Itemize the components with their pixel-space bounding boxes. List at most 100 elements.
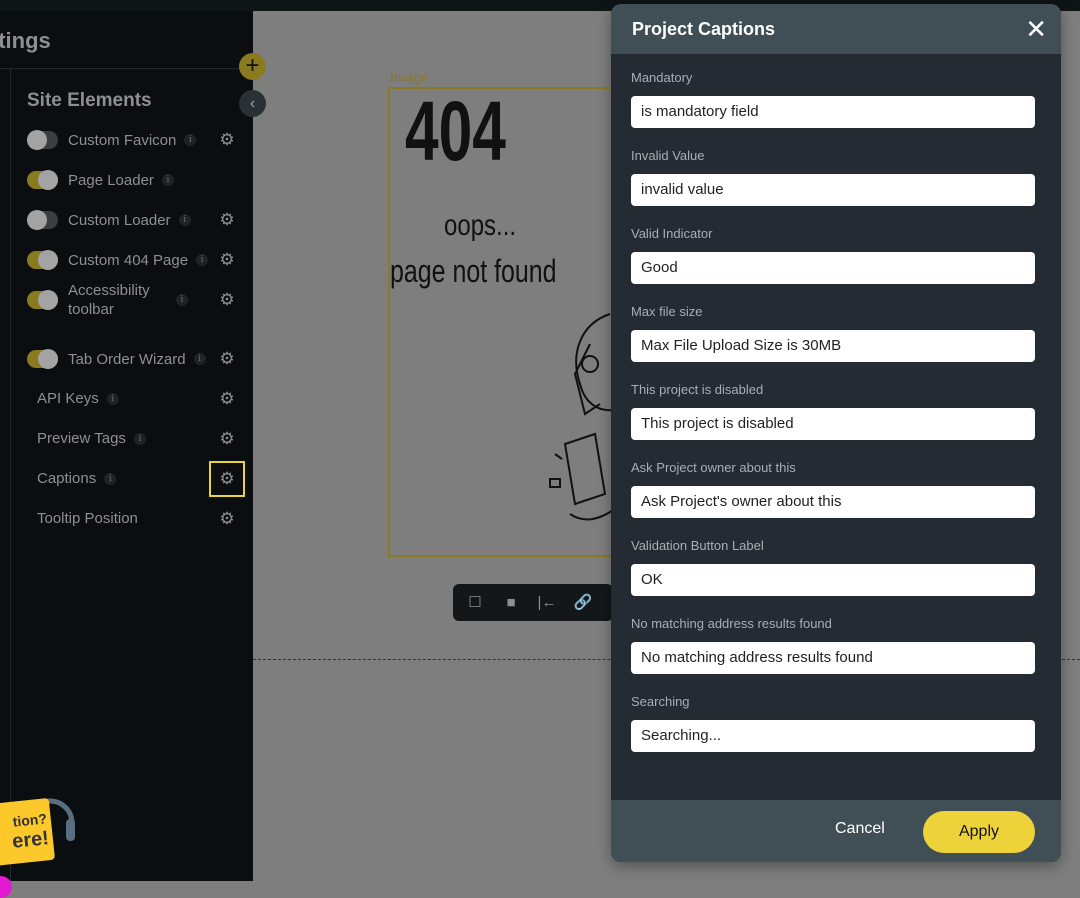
border-icon[interactable]: ☐ (463, 591, 487, 615)
caption-input[interactable]: No matching address results found (631, 642, 1035, 674)
sidebar-item-label: Tab Order Wizard (68, 350, 186, 368)
toggle-switch[interactable] (27, 210, 58, 230)
sidebar-item[interactable]: Accessibility toolbar i (27, 281, 188, 319)
sidebar-item-label: Captions (37, 470, 97, 487)
info-icon[interactable]: i (178, 214, 191, 226)
caption-input[interactable]: This project is disabled (631, 408, 1035, 440)
caption-input[interactable]: OK (631, 564, 1035, 596)
align-left-icon[interactable]: |← (535, 591, 559, 615)
field-label: Searching (631, 694, 690, 709)
field-label: Ask Project owner about this (631, 460, 796, 475)
sidebar-item-label: Custom 404 Page (68, 251, 189, 269)
help-card: tion? ere! (0, 797, 56, 867)
sidebar-item[interactable]: Tooltip Position (27, 510, 138, 527)
page-not-found-text: page not found (390, 253, 557, 289)
cancel-button[interactable]: Cancel (835, 820, 885, 838)
toggle-knob (38, 250, 58, 270)
field-label: Validation Button Label (631, 538, 764, 553)
project-captions-modal: Project Captions ✕ Mandatory is mandatory… (611, 4, 1061, 862)
field-label: Valid Indicator (631, 226, 713, 241)
sidebar-title: Settings (0, 28, 51, 53)
field-label: Max file size (631, 304, 703, 319)
sidebar-item[interactable]: Custom Favicon i (27, 130, 197, 150)
settings-sidebar: Settings Site Elements Custom Favicon i ⚙ P… (0, 11, 253, 898)
info-icon[interactable]: i (161, 174, 174, 186)
collapse-sidebar-button[interactable]: ‹ (239, 90, 266, 117)
sidebar-item-label: Accessibility toolbar (68, 282, 150, 318)
caption-field: Invalid Value invalid value (631, 148, 1035, 206)
caption-input[interactable]: Ask Project's owner about this (631, 486, 1035, 518)
close-icon[interactable]: ✕ (1025, 16, 1047, 42)
gear-icon[interactable]: ⚙ (218, 430, 236, 448)
sidebar-item-label: API Keys (37, 390, 99, 407)
help-text: ere! (11, 827, 50, 853)
info-icon[interactable]: i (184, 134, 197, 146)
caption-input[interactable]: invalid value (631, 174, 1035, 206)
caption-field: Max file size Max File Upload Size is 30M… (631, 304, 1035, 362)
link-icon[interactable]: 🔗 (571, 591, 595, 615)
toggle-knob (27, 130, 47, 150)
404-text: 404 (405, 87, 506, 178)
oops-text: oops... (444, 209, 517, 242)
gear-icon[interactable]: ⚙ (218, 510, 236, 528)
gear-icon[interactable]: ⚙ (209, 461, 245, 497)
toggle-switch[interactable] (27, 130, 58, 150)
info-icon[interactable]: i (176, 294, 188, 306)
divider (10, 68, 11, 881)
sidebar-item-label: Custom Favicon (68, 131, 177, 149)
gear-icon[interactable]: ⚙ (218, 350, 236, 368)
apply-button[interactable]: Apply (923, 811, 1035, 853)
sidebar-item-label: Tooltip Position (37, 510, 138, 527)
toggle-switch[interactable] (27, 290, 58, 310)
gear-icon[interactable]: ⚙ (218, 390, 236, 408)
info-icon[interactable]: i (196, 254, 209, 266)
info-icon[interactable]: i (104, 472, 117, 485)
gear-icon[interactable]: ⚙ (218, 251, 236, 269)
image-element-404[interactable]: 404 oops... page not found (388, 87, 628, 557)
caption-field: Mandatory is mandatory field (631, 70, 1035, 128)
caption-input[interactable]: Searching... (631, 720, 1035, 752)
gear-icon[interactable]: ⚙ (218, 131, 236, 149)
sidebar-item[interactable]: Custom 404 Page i (27, 250, 209, 270)
caption-input[interactable]: is mandatory field (631, 96, 1035, 128)
gear-icon[interactable]: ⚙ (218, 291, 236, 309)
caption-field: Valid Indicator Good (631, 226, 1035, 284)
field-label: Invalid Value (631, 148, 705, 163)
toggle-switch[interactable] (27, 349, 58, 369)
toggle-knob (27, 210, 47, 230)
sidebar-item[interactable]: Custom Loader i (27, 210, 191, 230)
modal-header: Project Captions ✕ (611, 4, 1061, 54)
caption-input[interactable]: Good (631, 252, 1035, 284)
caption-field: Ask Project owner about this Ask Project'… (631, 460, 1035, 518)
toggle-switch[interactable] (27, 170, 58, 190)
fill-icon[interactable]: ■ (499, 591, 523, 615)
sidebar-item[interactable]: API Keys i (27, 390, 119, 407)
help-widget[interactable]: tion? ere! (0, 789, 80, 867)
info-icon[interactable]: i (193, 353, 206, 365)
image-label: Image (390, 69, 429, 85)
info-icon[interactable]: i (133, 432, 146, 445)
toggle-knob (38, 349, 58, 369)
sidebar-item[interactable]: Tab Order Wizard i (27, 349, 206, 369)
toggle-knob (38, 170, 58, 190)
sidebar-item[interactable]: Captions i (27, 470, 117, 487)
caption-field: Searching Searching... (631, 694, 1035, 752)
field-label: No matching address results found (631, 616, 832, 631)
caption-input[interactable]: Max File Upload Size is 30MB (631, 330, 1035, 362)
gear-icon[interactable]: ⚙ (218, 211, 236, 229)
sidebar-item-label: Preview Tags (37, 430, 126, 447)
element-toolbar: ☐ ■ |← 🔗 (453, 584, 613, 621)
section-heading: Site Elements (27, 90, 152, 111)
divider (0, 68, 253, 69)
sidebar-item[interactable]: Page Loader i (27, 170, 174, 190)
field-label: Mandatory (631, 70, 693, 85)
modal-footer: Cancel Apply (611, 800, 1061, 862)
sidebar-item[interactable]: Preview Tags i (27, 430, 146, 447)
info-icon[interactable]: i (106, 392, 119, 405)
caption-field: No matching address results found No matc… (631, 616, 1035, 674)
caption-field: Validation Button Label OK (631, 538, 1035, 596)
toggle-switch[interactable] (27, 250, 58, 270)
field-label: This project is disabled (631, 382, 764, 397)
toggle-knob (38, 290, 58, 310)
add-button[interactable]: + (239, 53, 266, 80)
